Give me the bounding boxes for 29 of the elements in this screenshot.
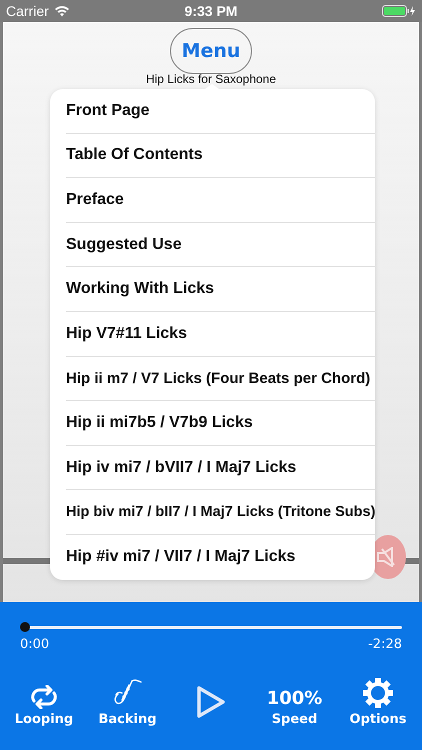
menu-item[interactable]: Hip biv mi7 / bII7 / I Maj7 Licks (Tritone Subs) xyxy=(66,490,375,535)
menu-button[interactable]: Menu xyxy=(170,28,252,74)
wifi-icon xyxy=(54,5,70,17)
progress-slider[interactable] xyxy=(20,622,402,632)
menu-item[interactable]: Table Of Contents xyxy=(66,134,375,178)
settings-icon xyxy=(362,677,394,709)
clock: 9:33 PM xyxy=(184,3,238,19)
menu-item[interactable]: Preface xyxy=(66,178,375,223)
options-button[interactable]: Options xyxy=(350,712,406,727)
speed-button[interactable]: Speed xyxy=(272,712,318,727)
menu-item[interactable]: Hip ii mi7b5 / V7b9 Licks xyxy=(66,401,375,446)
menu-item[interactable]: Hip #iv mi7 / VII7 / I Maj7 Licks xyxy=(66,534,375,580)
carrier-label: Carrier xyxy=(6,3,49,19)
menu-item[interactable]: Hip V7#11 Licks xyxy=(66,312,375,357)
battery-icon xyxy=(382,5,416,17)
slider-thumb[interactable] xyxy=(20,622,30,632)
play-icon[interactable] xyxy=(196,685,226,719)
speed-value: 100% xyxy=(266,688,322,709)
menu-item[interactable]: Front Page xyxy=(66,89,375,134)
menu-item[interactable]: Hip iv mi7 / bVII7 / I Maj7 Licks xyxy=(66,446,375,490)
elapsed-time: 0:00 xyxy=(20,637,50,652)
book-title: Hip Licks for Saxophone xyxy=(146,74,276,85)
menu-item[interactable]: Hip ii m7 / V7 Licks (Four Beats per Chord) xyxy=(66,356,375,402)
menu-item[interactable]: Working With Licks xyxy=(66,267,375,312)
backing-button[interactable]: Backing xyxy=(98,712,157,727)
remaining-time: -2:28 xyxy=(368,637,402,652)
repeat-icon xyxy=(28,685,60,709)
menu-item[interactable]: Suggested Use xyxy=(66,222,375,268)
looping-button[interactable]: Looping xyxy=(14,712,74,727)
